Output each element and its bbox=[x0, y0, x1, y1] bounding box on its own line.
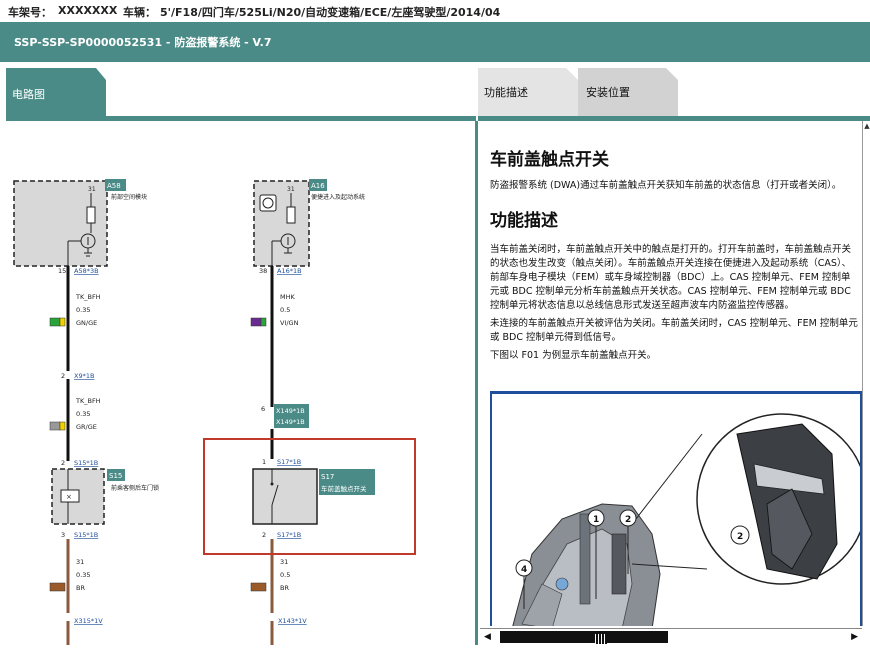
a58-pin-left: 15 bbox=[58, 267, 66, 275]
callout-4: 4 bbox=[521, 565, 527, 575]
left-wire2-swatch-b bbox=[59, 421, 66, 431]
switch-s15-id: S15 bbox=[109, 472, 122, 480]
x149-pin: 6 bbox=[261, 405, 265, 413]
left-wire1-swatch-a bbox=[49, 317, 61, 327]
tab-row bbox=[0, 62, 870, 118]
scroll-up-icon[interactable]: ▲ bbox=[864, 121, 870, 131]
horizontal-scrollbar[interactable]: ◀ ▶ bbox=[480, 628, 862, 646]
callout-2-zoom: 2 bbox=[737, 532, 743, 542]
right-wire1-swatch-b bbox=[260, 317, 267, 327]
s15-bot-connector-link: S15*1B bbox=[74, 531, 98, 539]
s17-highlight-frame bbox=[203, 438, 416, 555]
left-wire1-name: TK_BFH bbox=[75, 293, 101, 301]
vehicle-label: 车辆： bbox=[123, 6, 156, 19]
right-wire2-swatch bbox=[250, 582, 267, 592]
document-title-bar: SSP-SSP-SP0000052531 - 防盗报警系统 - V.7 bbox=[0, 22, 870, 62]
article-body: 当车前盖关闭时，车前盖触点开关中的触点是打开的。打开车前盖时，车前盖触点开关的状… bbox=[490, 243, 858, 367]
vehicle-info-bar: 车架号： XXXXXXX 车辆： 5'/F18/四门车/525Li/N20/自动… bbox=[0, 0, 870, 22]
left-wire2-size: 0.35 bbox=[76, 410, 90, 418]
right-wire2-name: 31 bbox=[280, 558, 288, 566]
module-a16-id: A16 bbox=[311, 182, 325, 190]
left-wire2-name: TK_BFH bbox=[75, 397, 101, 405]
wiring-diagram-panel[interactable]: A58 前部空间模块 31 15 A58*3B TK_BFH 0.35 GN/G… bbox=[6, 121, 475, 645]
function-description-panel: 车前盖触点开关 防盗报警系统 (DWA)通过车前盖触点开关获知车前盖的状态信息（… bbox=[478, 121, 862, 626]
svg-text:×: × bbox=[66, 493, 72, 501]
horizontal-scroll-thumb[interactable] bbox=[500, 631, 668, 644]
scroll-grip-icon bbox=[595, 634, 607, 644]
tab-installation-location[interactable]: 安装位置 bbox=[578, 68, 678, 116]
vehicle-value: 5'/F18/四门车/525Li/N20/自动变速箱/ECE/左座驾驶型/201… bbox=[160, 6, 501, 19]
wiring-diagram: A58 前部空间模块 31 15 A58*3B TK_BFH 0.35 GN/G… bbox=[13, 179, 375, 645]
a58-connector-link: A58*3B bbox=[74, 267, 99, 275]
right-wire2-size: 0.5 bbox=[280, 571, 290, 579]
module-a58-name: 前部空间模块 bbox=[111, 193, 147, 201]
a58-pin-top: 31 bbox=[88, 186, 96, 193]
s15-pin-top: 2 bbox=[61, 459, 65, 467]
ground-x315-link: X315*1V bbox=[74, 617, 103, 625]
x149-connector-a: X149*1B bbox=[276, 407, 305, 415]
document-title: SSP-SSP-SP0000052531 - 防盗报警系统 - V.7 bbox=[14, 36, 272, 49]
x149-connector-b: X149*1B bbox=[276, 418, 305, 426]
left-wire1-color: GN/GE bbox=[76, 319, 97, 327]
left-wire3-color: BR bbox=[76, 584, 85, 592]
vin-label: 车架号： bbox=[8, 6, 52, 19]
tab-wiring-diagram[interactable]: 电路图 bbox=[6, 68, 106, 116]
ground-x143-link: X143*1V bbox=[278, 617, 307, 625]
left-wire3-swatch bbox=[49, 582, 66, 592]
left-wire3-name: 31 bbox=[76, 558, 84, 566]
left-wire2-color: GR/GE bbox=[76, 423, 97, 431]
callout-1: 1 bbox=[593, 515, 599, 525]
vin-value: XXXXXXX bbox=[58, 4, 118, 17]
right-wire1-name: MHK bbox=[280, 293, 295, 301]
module-a16-box bbox=[253, 180, 310, 267]
left-wire1-size: 0.35 bbox=[76, 306, 90, 314]
a16-connector-link: A16*1B bbox=[277, 267, 302, 275]
module-a58-id: A58 bbox=[107, 182, 121, 190]
article-paragraph: 当车前盖关闭时，车前盖触点开关中的触点是打开的。打开车前盖时，车前盖触点开关的状… bbox=[490, 244, 852, 311]
tab-function-description[interactable]: 功能描述 bbox=[478, 68, 578, 116]
section-heading: 功能描述 bbox=[490, 211, 558, 231]
s15-pin-bot: 3 bbox=[61, 531, 65, 539]
callout-2: 2 bbox=[625, 515, 631, 525]
left-wire1-swatch-b bbox=[59, 317, 66, 327]
x9-connector-link: X9*1B bbox=[74, 372, 94, 380]
article-intro: 防盗报警系统 (DWA)通过车前盖触点开关获知车前盖的状态信息（打开或者关闭）。 bbox=[490, 180, 842, 191]
a16-pin-top: 31 bbox=[287, 186, 295, 193]
tab-wiring-diagram-label: 电路图 bbox=[12, 88, 45, 101]
x9-pin: 2 bbox=[61, 372, 65, 380]
a16-pin-left: 38 bbox=[259, 267, 267, 275]
right-wire1-size: 0.5 bbox=[280, 306, 290, 314]
scroll-right-icon[interactable]: ▶ bbox=[851, 632, 858, 642]
contact-switch-figure: 1 2 2 4 bbox=[490, 391, 862, 626]
contact-switch-illustration: 1 2 2 4 bbox=[512, 413, 860, 626]
module-a16-name: 便捷进入及起动系统 bbox=[311, 193, 365, 201]
right-wire2-color: BR bbox=[280, 584, 289, 592]
article-heading: 车前盖触点开关 bbox=[490, 150, 609, 170]
scroll-left-icon[interactable]: ◀ bbox=[484, 632, 491, 642]
right-wire1-swatch-a bbox=[250, 317, 262, 327]
switch-s15-name: 前乘客侧后车门锁 bbox=[111, 484, 159, 492]
vertical-scrollbar[interactable]: ▲ bbox=[862, 121, 870, 626]
article-paragraph: 下图以 F01 为例显示车前盖触点开关。 bbox=[490, 350, 657, 361]
article-paragraph: 未连接的车前盖触点开关被评估为关闭。车前盖关闭时，CAS 控制单元、FEM 控制… bbox=[490, 318, 858, 343]
left-wire3-size: 0.35 bbox=[76, 571, 90, 579]
tab-installation-location-label: 安装位置 bbox=[586, 86, 630, 99]
tab-function-description-label: 功能描述 bbox=[484, 86, 528, 99]
left-wire2-swatch-a bbox=[49, 421, 61, 431]
s15-top-connector-link: S15*1B bbox=[74, 459, 98, 467]
right-wire1-color: VI/GN bbox=[280, 319, 299, 327]
